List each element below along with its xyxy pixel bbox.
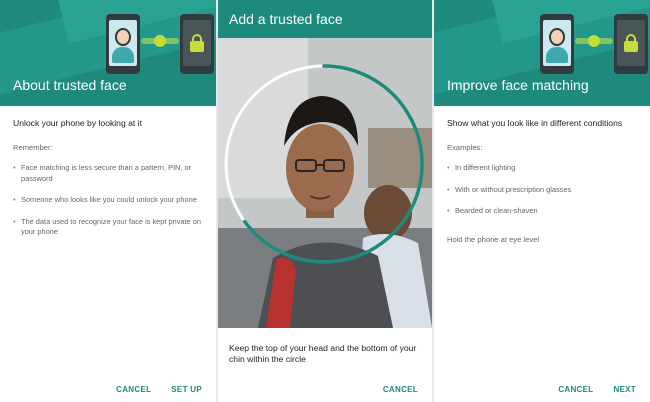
header-illustration: About trusted face: [0, 0, 216, 106]
face-icon: [549, 28, 565, 46]
phone-lock-illustration: [180, 14, 214, 74]
app-bar: Add a trusted face: [218, 0, 432, 38]
lock-icon: [624, 41, 638, 52]
phone-face-illustration: [540, 14, 574, 74]
cancel-button[interactable]: CANCEL: [383, 385, 418, 394]
connection-beam: [575, 35, 613, 47]
phone-face-illustration: [106, 14, 140, 74]
page-title: Improve face matching: [447, 77, 589, 93]
cancel-button[interactable]: CANCEL: [558, 385, 593, 394]
header-illustration: Improve face matching: [434, 0, 650, 106]
lead-text: Show what you look like in different con…: [447, 118, 623, 128]
remember-label: Remember:: [13, 143, 53, 152]
list-item: • Face matching is less secure than a pat…: [13, 163, 192, 183]
cancel-button[interactable]: CANCEL: [116, 385, 151, 394]
lead-text: Unlock your phone by looking at it: [13, 118, 142, 128]
add-trusted-face-screen: Add a trusted face Keep the top of your …: [218, 0, 432, 402]
set-up-button[interactable]: SET UP: [171, 385, 202, 394]
page-title: Add a trusted face: [229, 11, 343, 27]
camera-preview: [218, 38, 432, 328]
face-icon: [115, 28, 131, 46]
instructions-text: Keep the top of your head and the bottom…: [229, 343, 417, 364]
about-trusted-face-screen: About trusted face Unlock your phone by …: [0, 0, 216, 402]
connection-beam: [141, 35, 179, 47]
improve-face-matching-screen: Improve face matching Show what you look…: [434, 0, 650, 402]
list-item: • Someone who looks like you could unlock…: [13, 195, 197, 204]
list-item: • With or without prescription glasses: [447, 184, 572, 194]
examples-label: Examples:: [447, 143, 483, 152]
next-button[interactable]: NEXT: [613, 385, 636, 394]
eye-level-note: Hold the phone at eye level: [447, 234, 540, 244]
list-item: • Bearded or clean-shaven: [447, 206, 538, 215]
lock-icon: [190, 41, 204, 52]
list-item: • In different lighting: [447, 163, 516, 172]
phone-lock-illustration: [614, 14, 648, 74]
page-title: About trusted face: [13, 77, 127, 93]
list-item: • The data used to recognize your face is…: [13, 216, 201, 237]
